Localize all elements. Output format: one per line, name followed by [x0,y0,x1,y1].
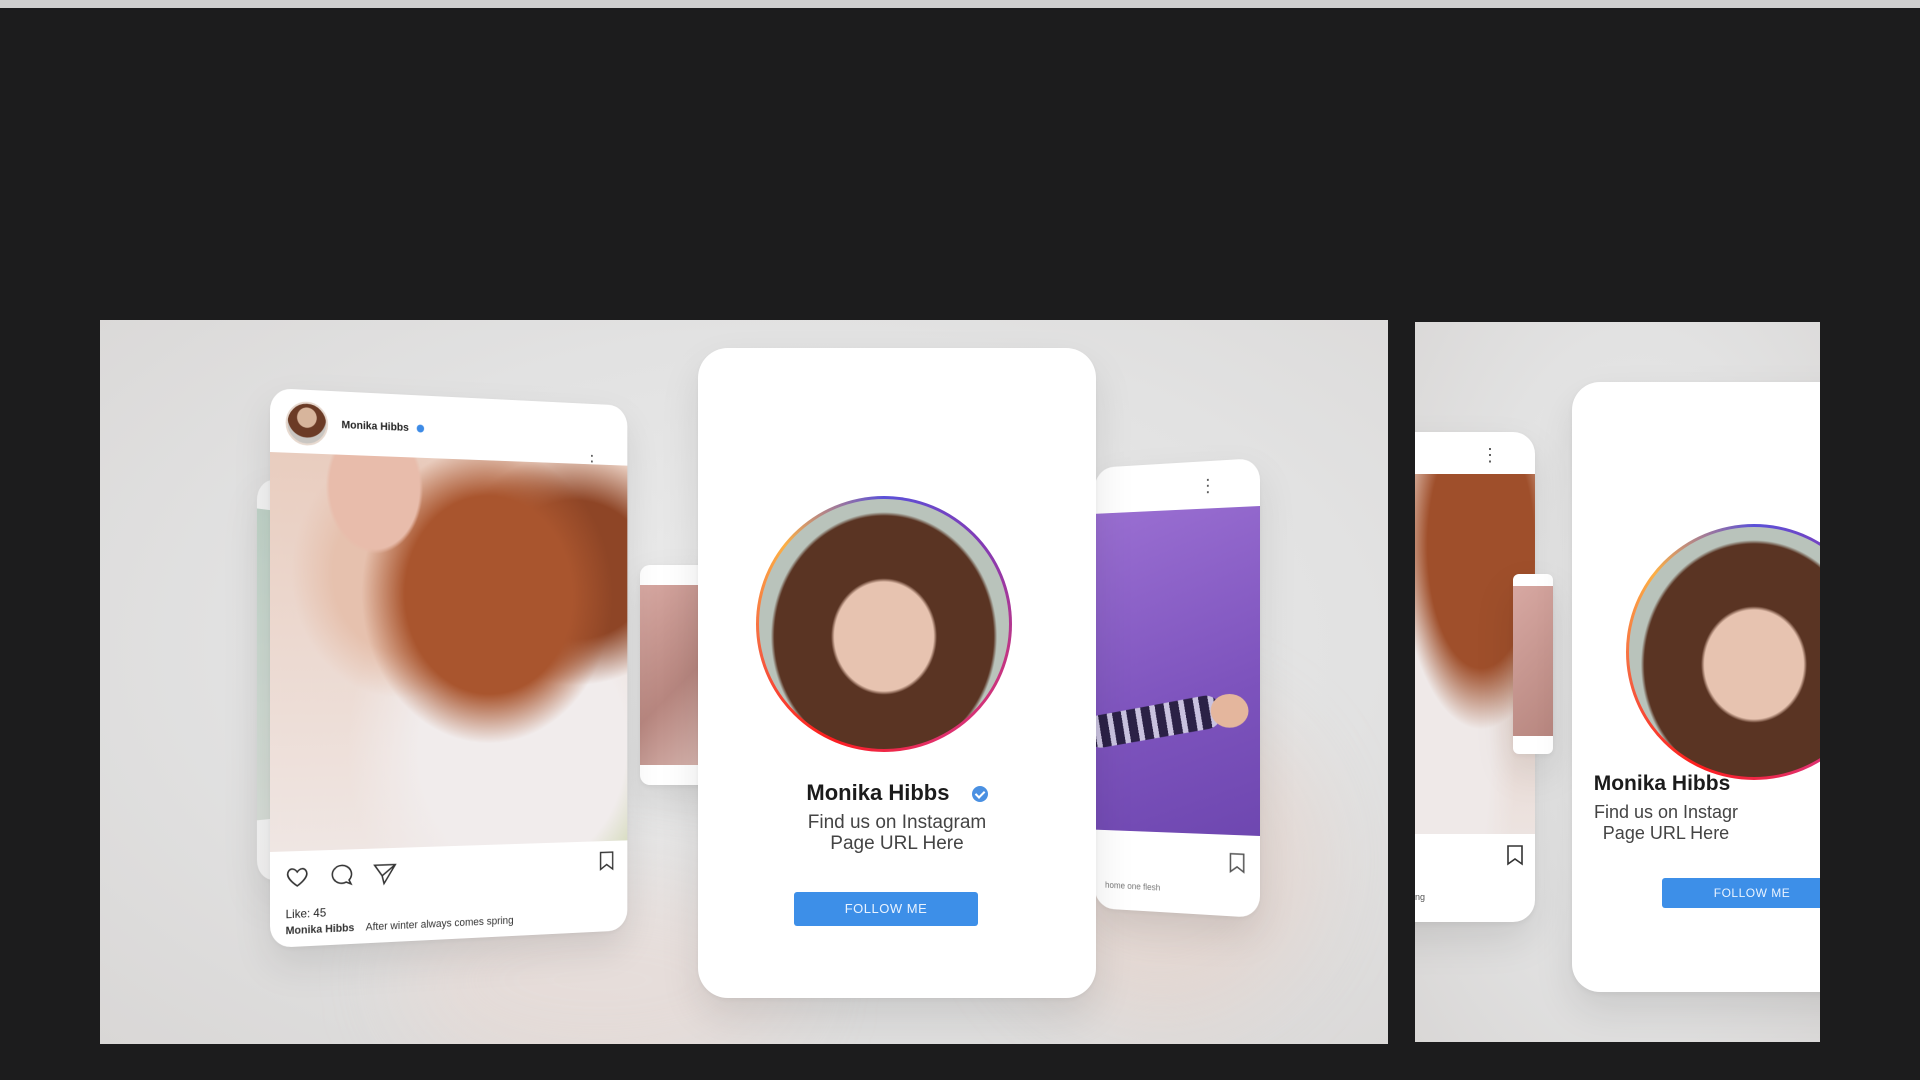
profile-avatar[interactable] [1626,524,1820,780]
profile-line-2: Page URL Here [1602,823,1730,843]
profile-line-1: Find us on Instagram [807,812,987,833]
post-caption: home one flesh [1105,879,1161,893]
bookmark-icon[interactable] [598,850,615,876]
comment-icon[interactable] [328,861,355,895]
background-post-card [1513,574,1553,754]
post-photo [270,452,628,852]
post-photo [1094,506,1260,836]
post-username[interactable]: Monika Hibbs [341,419,408,434]
post-actions [284,860,398,897]
avatar[interactable] [285,400,329,447]
follow-me-button[interactable]: FOLLOW ME [1662,878,1820,908]
profile-card[interactable]: Monika Hibbs Find us on Instagr Page URL… [1572,382,1820,992]
top-strip [0,0,1920,8]
profile-name: Monika Hibbs [1593,772,1731,795]
profile-line-1: Find us on Instagr [1593,802,1739,822]
profile-avatar[interactable] [756,496,1012,752]
bookmark-icon[interactable] [1505,844,1525,871]
preview-frame-main[interactable]: ⋮ home one flesh Monika Hibbs ⋮ Like: 45… [100,320,1388,1044]
likes-count: Like: 45 [285,905,327,922]
post-header: Monika Hibbs [285,400,424,450]
post-card-right[interactable]: ⋮ home one flesh [1094,458,1260,918]
post-caption: ing [1415,892,1426,902]
caption-username[interactable]: Monika Hibbs [286,922,355,937]
photo-arm [1094,693,1224,750]
bookmark-icon[interactable] [1228,852,1247,880]
caption-text: After winter always comes spring [365,914,514,934]
verified-badge-icon [971,786,988,803]
more-dots-icon[interactable]: ⋮ [1481,446,1499,464]
photo-hand [1210,693,1249,728]
follow-me-button[interactable]: FOLLOW ME [794,892,978,926]
verified-badge-icon [416,424,424,433]
profile-name: Monika Hibbs [698,780,1096,806]
post-card-main[interactable]: Monika Hibbs ⋮ Like: 45 Monika Hibbs Afte… [270,388,628,948]
send-icon[interactable] [372,860,398,893]
profile-line-2: Page URL Here [830,833,964,854]
more-dots-icon[interactable]: ⋮ [1199,475,1216,496]
heart-icon[interactable] [284,863,311,897]
profile-card[interactable]: Monika Hibbs Find us on Instagram Page U… [698,348,1096,998]
preview-frame-side[interactable]: ⋮ ing Monika Hibbs Find us on Instagr Pa… [1415,322,1820,1042]
post-photo [1513,586,1553,736]
